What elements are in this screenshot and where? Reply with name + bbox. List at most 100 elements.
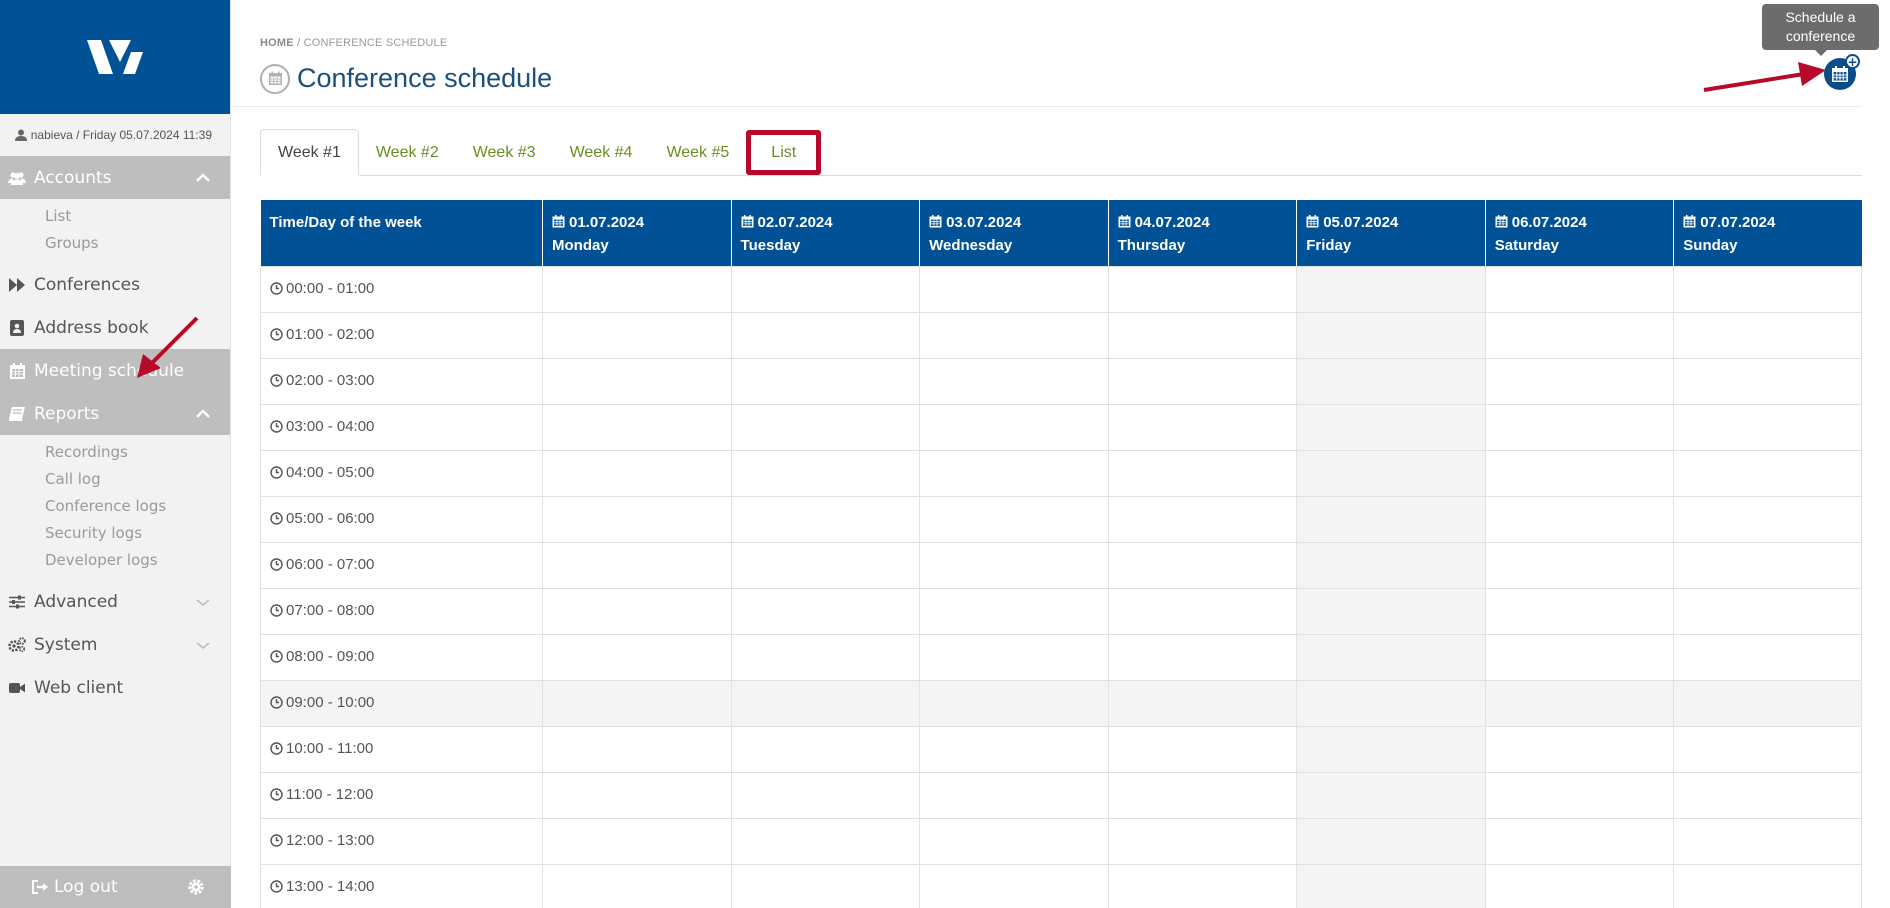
schedule-cell[interactable] xyxy=(730,495,921,543)
schedule-cell[interactable] xyxy=(1673,771,1862,819)
tab-week-4[interactable]: Week #4 xyxy=(553,129,650,176)
schedule-cell[interactable] xyxy=(1107,771,1298,819)
schedule-cell[interactable] xyxy=(1296,863,1486,908)
schedule-cell[interactable] xyxy=(919,357,1109,405)
schedule-cell[interactable] xyxy=(542,265,732,313)
schedule-cell[interactable] xyxy=(1673,817,1862,865)
sidebar-item-address-book[interactable]: Address book xyxy=(0,306,230,349)
schedule-cell[interactable] xyxy=(919,817,1109,865)
schedule-cell[interactable] xyxy=(1484,311,1675,359)
tab-list[interactable]: List xyxy=(746,130,822,175)
schedule-cell[interactable] xyxy=(730,403,921,451)
schedule-cell[interactable] xyxy=(1296,541,1486,589)
schedule-cell[interactable] xyxy=(1673,541,1862,589)
schedule-cell[interactable] xyxy=(1107,863,1298,908)
schedule-cell[interactable] xyxy=(730,357,921,405)
schedule-cell[interactable] xyxy=(542,771,732,819)
schedule-cell[interactable] xyxy=(919,725,1109,773)
schedule-cell[interactable] xyxy=(1107,449,1298,497)
schedule-cell[interactable] xyxy=(1107,541,1298,589)
schedule-cell[interactable] xyxy=(1296,357,1486,405)
schedule-cell[interactable] xyxy=(1484,633,1675,681)
schedule-cell[interactable] xyxy=(919,633,1109,681)
schedule-cell[interactable] xyxy=(919,541,1109,589)
schedule-cell[interactable] xyxy=(730,311,921,359)
sidebar-subitem-groups[interactable]: Groups xyxy=(45,230,230,257)
sidebar-subitem-security-logs[interactable]: Security logs xyxy=(45,520,230,547)
chevron-down-icon[interactable] xyxy=(196,640,210,650)
schedule-cell[interactable] xyxy=(730,817,921,865)
schedule-cell[interactable] xyxy=(1484,587,1675,635)
schedule-cell[interactable] xyxy=(730,679,921,727)
schedule-cell[interactable] xyxy=(1107,679,1298,727)
schedule-cell[interactable] xyxy=(1107,357,1298,405)
schedule-cell[interactable] xyxy=(919,863,1109,908)
sidebar-item-conferences[interactable]: Conferences xyxy=(0,263,230,306)
schedule-cell[interactable] xyxy=(542,449,732,497)
schedule-cell[interactable] xyxy=(730,449,921,497)
sidebar-subitem-conference-logs[interactable]: Conference logs xyxy=(45,493,230,520)
sidebar-subitem-recordings[interactable]: Recordings xyxy=(45,439,230,466)
schedule-cell[interactable] xyxy=(542,587,732,635)
schedule-cell[interactable] xyxy=(1484,403,1675,451)
schedule-cell[interactable] xyxy=(1107,725,1298,773)
schedule-cell[interactable] xyxy=(730,633,921,681)
chevron-up-icon[interactable] xyxy=(196,172,210,183)
sidebar-item-advanced[interactable]: Advanced xyxy=(0,580,230,623)
schedule-cell[interactable] xyxy=(730,265,921,313)
schedule-cell[interactable] xyxy=(1296,679,1486,727)
schedule-cell[interactable] xyxy=(1673,587,1862,635)
schedule-cell[interactable] xyxy=(730,541,921,589)
schedule-cell[interactable] xyxy=(542,311,732,359)
tab-week-3[interactable]: Week #3 xyxy=(456,129,553,176)
schedule-cell[interactable] xyxy=(1296,403,1486,451)
sidebar-subitem-list[interactable]: List xyxy=(45,203,230,230)
schedule-cell[interactable] xyxy=(1673,633,1862,681)
schedule-cell[interactable] xyxy=(919,587,1109,635)
schedule-cell[interactable] xyxy=(542,817,732,865)
schedule-cell[interactable] xyxy=(1107,633,1298,681)
breadcrumb-home[interactable]: HOME xyxy=(260,37,294,49)
schedule-cell[interactable] xyxy=(542,495,732,543)
schedule-cell[interactable] xyxy=(919,679,1109,727)
chevron-down-icon[interactable] xyxy=(196,597,210,607)
tab-week-1[interactable]: Week #1 xyxy=(260,129,359,176)
schedule-cell[interactable] xyxy=(730,771,921,819)
logout-button[interactable]: Log out xyxy=(32,877,118,897)
schedule-cell[interactable] xyxy=(1673,403,1862,451)
schedule-conference-button[interactable]: + xyxy=(1824,54,1860,90)
schedule-cell[interactable] xyxy=(919,449,1109,497)
schedule-cell[interactable] xyxy=(1673,449,1862,497)
schedule-cell[interactable] xyxy=(1484,679,1675,727)
schedule-cell[interactable] xyxy=(1107,265,1298,313)
schedule-cell[interactable] xyxy=(1107,403,1298,451)
schedule-cell[interactable] xyxy=(1484,863,1675,908)
schedule-cell[interactable] xyxy=(1673,863,1862,908)
schedule-cell[interactable] xyxy=(1296,265,1486,313)
schedule-cell[interactable] xyxy=(730,863,921,908)
sidebar-item-web-client[interactable]: Web client xyxy=(0,666,230,709)
schedule-cell[interactable] xyxy=(1107,495,1298,543)
schedule-cell[interactable] xyxy=(1484,449,1675,497)
schedule-cell[interactable] xyxy=(1296,449,1486,497)
schedule-cell[interactable] xyxy=(1673,311,1862,359)
logo[interactable] xyxy=(0,0,230,114)
sidebar-item-reports[interactable]: Reports xyxy=(0,392,230,435)
schedule-cell[interactable] xyxy=(1484,541,1675,589)
tab-week-2[interactable]: Week #2 xyxy=(359,129,456,176)
schedule-cell[interactable] xyxy=(1107,311,1298,359)
schedule-cell[interactable] xyxy=(1107,587,1298,635)
schedule-cell[interactable] xyxy=(1673,679,1862,727)
schedule-cell[interactable] xyxy=(919,403,1109,451)
sidebar-item-meeting-schedule[interactable]: Meeting schedule xyxy=(0,349,230,392)
sidebar-subitem-call-log[interactable]: Call log xyxy=(45,466,230,493)
schedule-cell[interactable] xyxy=(542,403,732,451)
sidebar-subitem-developer-logs[interactable]: Developer logs xyxy=(45,547,230,574)
schedule-cell[interactable] xyxy=(730,725,921,773)
schedule-cell[interactable] xyxy=(1484,725,1675,773)
schedule-cell[interactable] xyxy=(542,679,732,727)
schedule-cell[interactable] xyxy=(1296,633,1486,681)
schedule-cell[interactable] xyxy=(730,587,921,635)
chevron-up-icon[interactable] xyxy=(196,408,210,419)
schedule-cell[interactable] xyxy=(1484,771,1675,819)
